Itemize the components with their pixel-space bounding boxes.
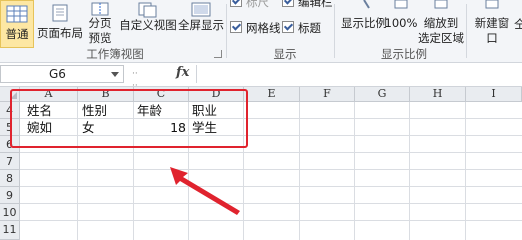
page-layout-icon: [52, 4, 68, 22]
ribbon: 普通 页面布局 分页 预览 自定义视图 全屏显示 工作簿视图 标尺 编辑栏 网格…: [0, 0, 522, 63]
show-group-label: 显示: [273, 47, 297, 61]
gridlines-label: 网格线: [246, 21, 281, 35]
custom-views-button[interactable]: 自定义视图: [118, 0, 178, 48]
headings-label: 标题: [298, 21, 321, 35]
normal-view-button[interactable]: 普通: [0, 0, 34, 48]
name-box[interactable]: G6: [0, 65, 124, 83]
zoom-100-label: 100%: [384, 16, 418, 30]
full-screen-icon: [191, 2, 211, 17]
new-window-icon: [485, 0, 499, 9]
new-window-button[interactable]: 新建窗口: [470, 0, 514, 48]
page-layout-label: 页面布局: [37, 26, 83, 40]
annotation-arrow-icon: [170, 167, 240, 215]
zoom-label: 显示比例: [341, 16, 387, 30]
page-break-preview-button[interactable]: 分页 预览: [86, 0, 114, 48]
ruler-check-icon: [230, 0, 242, 7]
zoom-100-button[interactable]: 100%: [384, 0, 418, 48]
headings-check-icon: [282, 21, 294, 33]
magnifier-icon: [363, 0, 370, 9]
formula-bar-check-icon: [282, 0, 294, 7]
name-box-value: G6: [49, 67, 66, 81]
worksheet-grid: A B C D E F G H I 4 5 6 7 8 9 10 11 姓名 性…: [0, 87, 522, 240]
group-separator: [466, 4, 467, 58]
zoom-100-icon: [394, 0, 408, 9]
gridlines-check-icon: [230, 21, 242, 33]
full-screen-label: 全屏显示: [178, 18, 224, 32]
workbook-views-dialog-launcher[interactable]: [214, 50, 222, 58]
page-layout-button[interactable]: 页面布局: [36, 0, 84, 48]
zoom-to-selection-label-1: 缩放到: [423, 16, 459, 30]
formula-bar-checkbox[interactable]: 编辑栏: [282, 0, 333, 10]
zoom-to-selection-label-2: 选定区域: [418, 31, 464, 45]
new-window-suffix: 仝: [514, 17, 522, 31]
chevron-down-icon[interactable]: [111, 72, 119, 77]
page-break-preview-label-1: 分页: [88, 16, 112, 30]
ruler-label: 标尺: [246, 0, 269, 9]
group-separator: [226, 4, 227, 58]
group-separator: [334, 4, 335, 58]
formula-bar-resize-handle[interactable]: ·· ··: [132, 68, 146, 91]
insert-function-icon[interactable]: fx: [176, 65, 189, 80]
custom-views-icon: [138, 2, 157, 18]
formula-bar-label: 编辑栏: [298, 0, 333, 9]
zoom-group-label: 显示比例: [381, 47, 427, 61]
ruler-checkbox[interactable]: 标尺: [230, 0, 269, 10]
normal-view-icon: [6, 5, 28, 23]
full-screen-button[interactable]: 全屏显示: [178, 0, 224, 48]
page-break-preview-label-2: 预览: [88, 31, 112, 45]
formula-input[interactable]: [196, 65, 522, 83]
headings-checkbox[interactable]: 标题: [282, 20, 321, 36]
formula-bar: G6 ·· ·· fx: [0, 63, 522, 91]
zoom-to-selection-button[interactable]: 缩放到 选定区域: [418, 0, 464, 48]
custom-views-label: 自定义视图: [119, 18, 177, 32]
zoom-button[interactable]: 显示比例: [338, 0, 390, 48]
zoom-to-selection-icon: [434, 0, 448, 9]
new-window-label: 新建窗口: [474, 16, 510, 45]
normal-view-label: 普通: [5, 27, 29, 41]
page-break-preview-icon: [91, 2, 109, 16]
workbook-views-group-label: 工作簿视图: [86, 47, 144, 61]
gridlines-checkbox[interactable]: 网格线: [230, 20, 281, 36]
